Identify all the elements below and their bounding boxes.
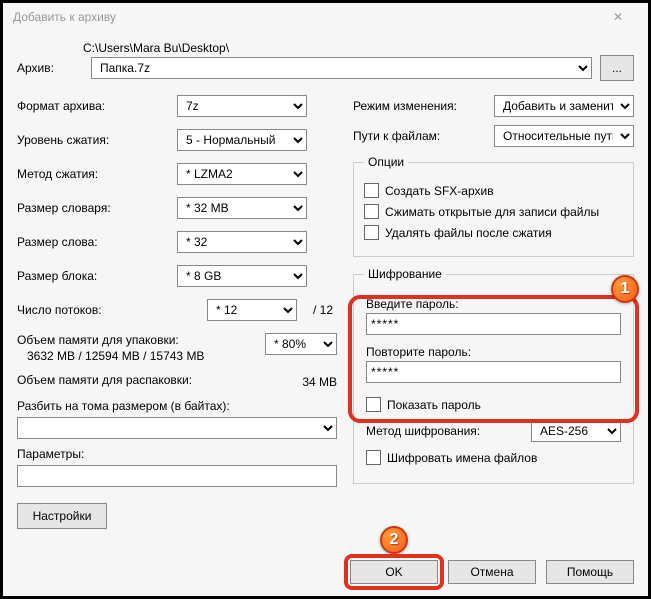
archive-path: C:\Users\Mara Bu\Desktop\ <box>17 41 634 55</box>
titlebar: Добавить к архиву <box>3 3 648 31</box>
archive-label: Архив: <box>17 61 83 75</box>
mode-label: Режим изменения: <box>353 99 486 113</box>
sfx-label: Создать SFX-архив <box>385 184 494 198</box>
mem-unpack-value: 34 MB <box>302 373 337 389</box>
show-password-label: Показать пароль <box>387 398 481 412</box>
dict-label: Размер словаря: <box>17 201 177 215</box>
mem-unpack-label: Объем памяти для распаковки: <box>17 373 192 387</box>
format-select[interactable]: 7z <box>177 95 307 117</box>
level-label: Уровень сжатия: <box>17 133 177 147</box>
threads-label: Число потоков: <box>17 303 207 317</box>
delete-label: Удалять файлы после сжатия <box>385 226 552 240</box>
window-title: Добавить к архиву <box>13 10 598 24</box>
mem-pack-label: Объем памяти для упаковки: <box>17 333 204 347</box>
ok-button[interactable]: OK <box>350 560 438 584</box>
encrypt-names-checkbox[interactable] <box>366 450 381 465</box>
word-label: Размер слова: <box>17 235 177 249</box>
dialog-buttons: 2 OK Отмена Помощь <box>350 560 634 584</box>
block-label: Размер блока: <box>17 269 177 283</box>
options-legend: Опции <box>364 155 408 169</box>
close-icon[interactable] <box>598 3 638 31</box>
show-password-checkbox[interactable] <box>366 397 381 412</box>
split-select[interactable] <box>17 417 337 439</box>
annotation-badge-1: 1 <box>611 275 639 303</box>
level-select[interactable]: 5 - Нормальный <box>177 129 307 151</box>
word-select[interactable]: * 32 <box>177 231 307 253</box>
enc-method-label: Метод шифрования: <box>366 424 523 438</box>
method-label: Метод сжатия: <box>17 167 177 181</box>
dict-select[interactable]: * 32 MB <box>177 197 307 219</box>
params-label: Параметры: <box>17 447 337 461</box>
encryption-group: Шифрование 1 Введите пароль: Повторите п… <box>353 267 634 484</box>
right-column: Режим изменения: Добавить и заменить Пут… <box>353 95 634 529</box>
dialog-window: Добавить к архиву C:\Users\Mara Bu\Deskt… <box>3 3 648 596</box>
options-group: Опции Создать SFX-архив Сжимать открытые… <box>353 155 634 257</box>
open-files-label: Сжимать открытые для записи файлы <box>385 205 599 219</box>
password-confirm-label: Повторите пароль: <box>366 345 621 359</box>
method-select[interactable]: * LZMA2 <box>177 163 307 185</box>
paths-select[interactable]: Относительные пути <box>494 125 634 147</box>
enc-method-select[interactable]: AES-256 <box>531 420 621 442</box>
mem-pack-values: 3632 MB / 12594 MB / 15743 MB <box>27 349 204 363</box>
password-label: Введите пароль: <box>366 297 621 311</box>
params-input[interactable] <box>17 465 337 487</box>
annotation-badge-2: 2 <box>380 526 408 554</box>
threads-max: / 12 <box>297 303 337 317</box>
archive-name-select[interactable]: Папка.7z <box>91 57 592 79</box>
delete-checkbox[interactable] <box>364 225 379 240</box>
encryption-legend: Шифрование <box>364 267 446 281</box>
split-label: Разбить на тома размером (в байтах): <box>17 399 337 413</box>
block-select[interactable]: * 8 GB <box>177 265 307 287</box>
paths-label: Пути к файлам: <box>353 129 486 143</box>
settings-button[interactable]: Настройки <box>17 503 107 529</box>
threads-select[interactable]: * 12 <box>207 299 297 321</box>
format-label: Формат архива: <box>17 99 177 113</box>
open-files-checkbox[interactable] <box>364 204 379 219</box>
left-column: Формат архива: 7z Уровень сжатия: 5 - Но… <box>17 95 337 529</box>
mode-select[interactable]: Добавить и заменить <box>494 95 634 117</box>
password-input[interactable] <box>366 313 621 335</box>
sfx-checkbox[interactable] <box>364 183 379 198</box>
cancel-button[interactable]: Отмена <box>448 560 536 584</box>
password-confirm-input[interactable] <box>366 361 621 383</box>
mem-pack-pct-select[interactable]: * 80% <box>265 333 337 355</box>
help-button[interactable]: Помощь <box>546 560 634 584</box>
encrypt-names-label: Шифровать имена файлов <box>387 451 537 465</box>
browse-button[interactable]: ... <box>600 55 634 81</box>
